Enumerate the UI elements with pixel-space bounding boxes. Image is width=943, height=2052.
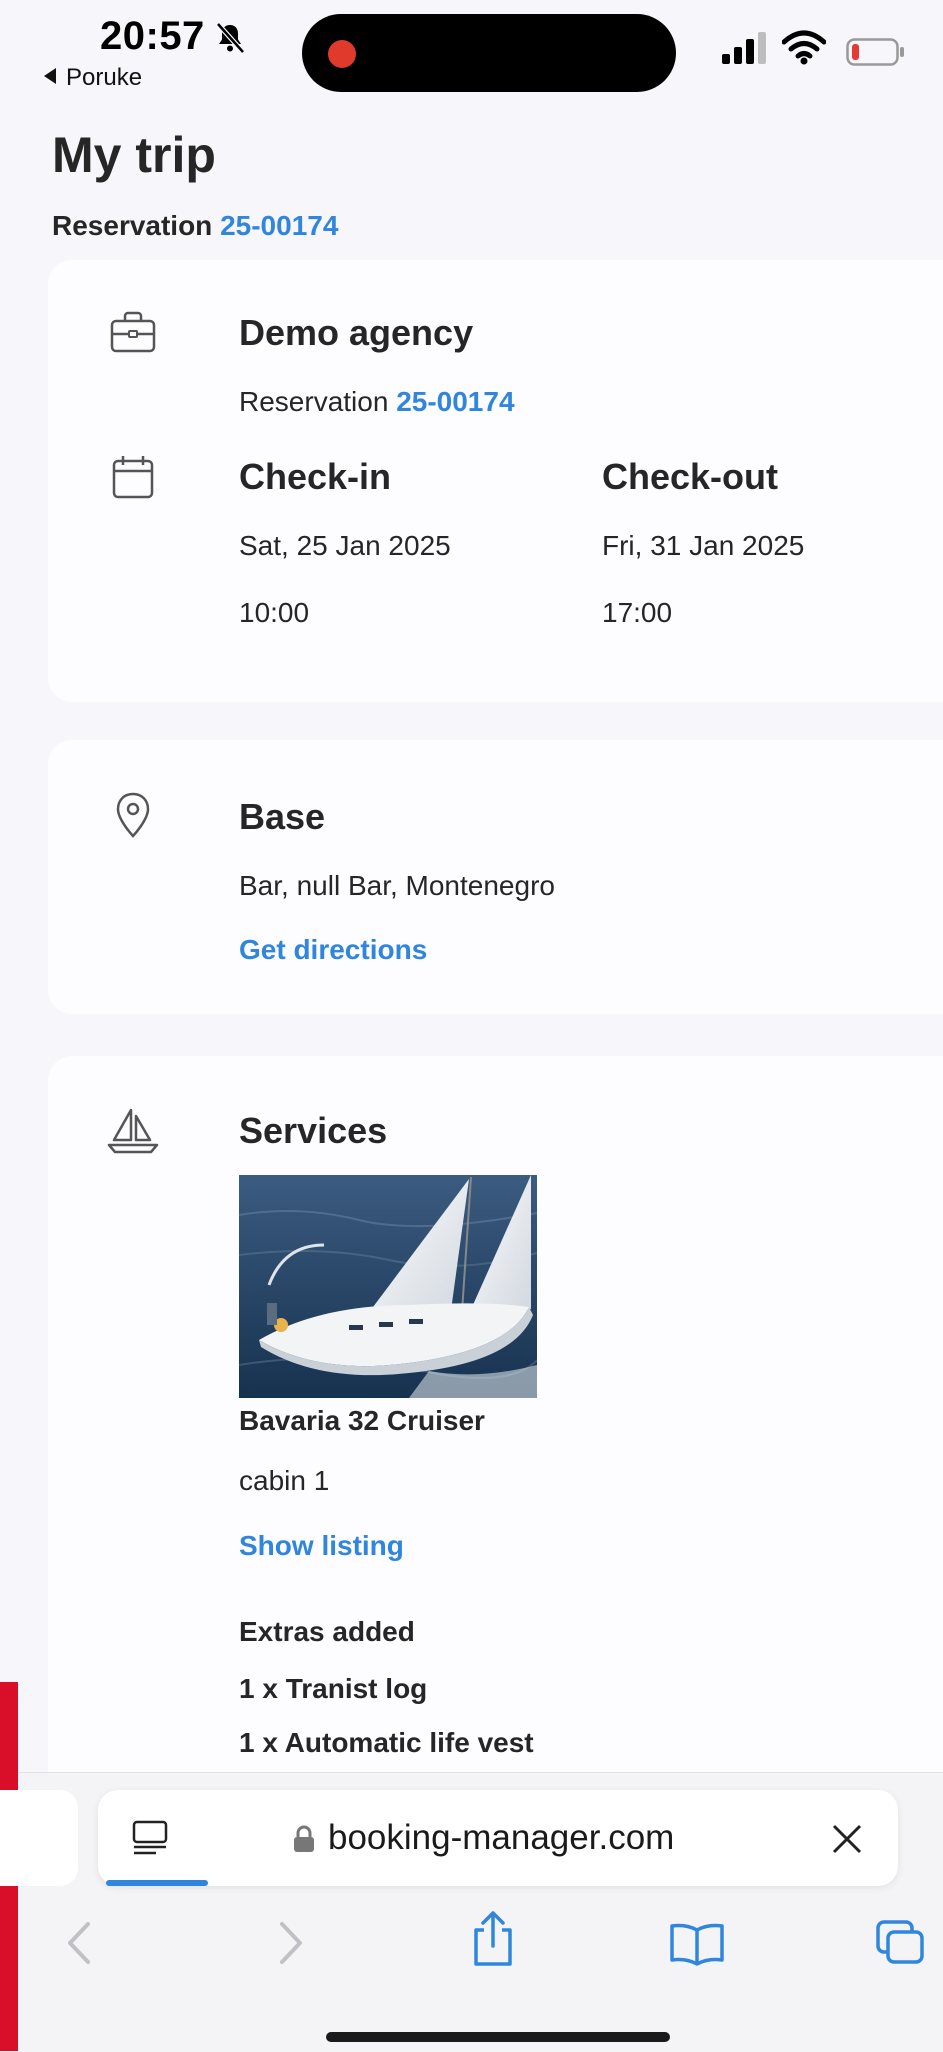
- close-icon[interactable]: [830, 1822, 864, 1856]
- agency-reservation-number-link[interactable]: 25-00174: [396, 386, 514, 417]
- reader-mode-icon[interactable]: [130, 1818, 170, 1858]
- boat-photo[interactable]: [239, 1175, 537, 1398]
- agency-reservation: Reservation 25-00174: [239, 386, 515, 418]
- extra-item: 1 x Automatic life vest: [239, 1727, 534, 1758]
- bookmarks-icon[interactable]: [668, 1920, 726, 1966]
- cabin-label: cabin 1: [239, 1465, 330, 1496]
- briefcase-icon: [110, 311, 156, 353]
- back-arrow-icon: [44, 68, 56, 84]
- agency-name: Demo agency: [239, 312, 474, 353]
- back-arrow-icon[interactable]: [62, 1920, 96, 1966]
- sailboat-icon: [107, 1108, 159, 1154]
- agency-reservation-label: Reservation: [239, 386, 389, 417]
- tabs-icon[interactable]: [874, 1918, 928, 1968]
- location-pin-icon: [116, 792, 150, 838]
- calendar-icon: [112, 456, 154, 499]
- checkout-label: Check-out: [602, 456, 779, 497]
- cellular-signal-icon: [722, 32, 766, 64]
- agency-card: [48, 260, 943, 702]
- checkout-date: Fri, 31 Jan 2025: [602, 530, 805, 561]
- get-directions-link[interactable]: Get directions: [239, 934, 427, 966]
- extras-title: Extras added: [239, 1616, 415, 1647]
- back-app-label: Poruke: [66, 64, 143, 91]
- forward-arrow-icon[interactable]: [274, 1920, 308, 1966]
- home-indicator: [326, 2032, 670, 2042]
- show-listing-link[interactable]: Show listing: [239, 1530, 404, 1562]
- reservation-header: Reservation 25-00174: [52, 210, 338, 242]
- base-address: Bar, null Bar, Montenegro: [239, 870, 555, 901]
- wifi-icon: [782, 30, 826, 65]
- services-title: Services: [239, 1110, 388, 1151]
- bell-slash-icon: [216, 22, 245, 54]
- status-time: 20:57: [100, 14, 205, 58]
- checkout-time: 17:00: [602, 597, 673, 628]
- back-to-app-link[interactable]: Poruke: [44, 64, 142, 92]
- page-load-progress: [106, 1880, 208, 1886]
- share-icon[interactable]: [468, 1910, 518, 1968]
- dynamic-island: [302, 14, 676, 92]
- lock-icon: [294, 1825, 314, 1852]
- page-title: My trip: [52, 127, 216, 183]
- boat-name: Bavaria 32 Cruiser: [239, 1405, 485, 1436]
- checkin-date: Sat, 25 Jan 2025: [239, 530, 451, 561]
- previous-tab-card[interactable]: [0, 1790, 78, 1886]
- checkin-time: 10:00: [239, 597, 310, 628]
- reservation-label: Reservation: [52, 210, 213, 241]
- base-title: Base: [239, 796, 326, 837]
- recording-indicator-icon: [328, 40, 356, 68]
- services-card: [48, 1056, 943, 1796]
- checkin-label: Check-in: [239, 456, 392, 497]
- url-text[interactable]: booking-manager.com: [328, 1818, 674, 1858]
- reservation-number-link[interactable]: 25-00174: [220, 210, 338, 241]
- extra-item: 1 x Tranist log: [239, 1673, 428, 1704]
- battery-icon: [846, 38, 904, 66]
